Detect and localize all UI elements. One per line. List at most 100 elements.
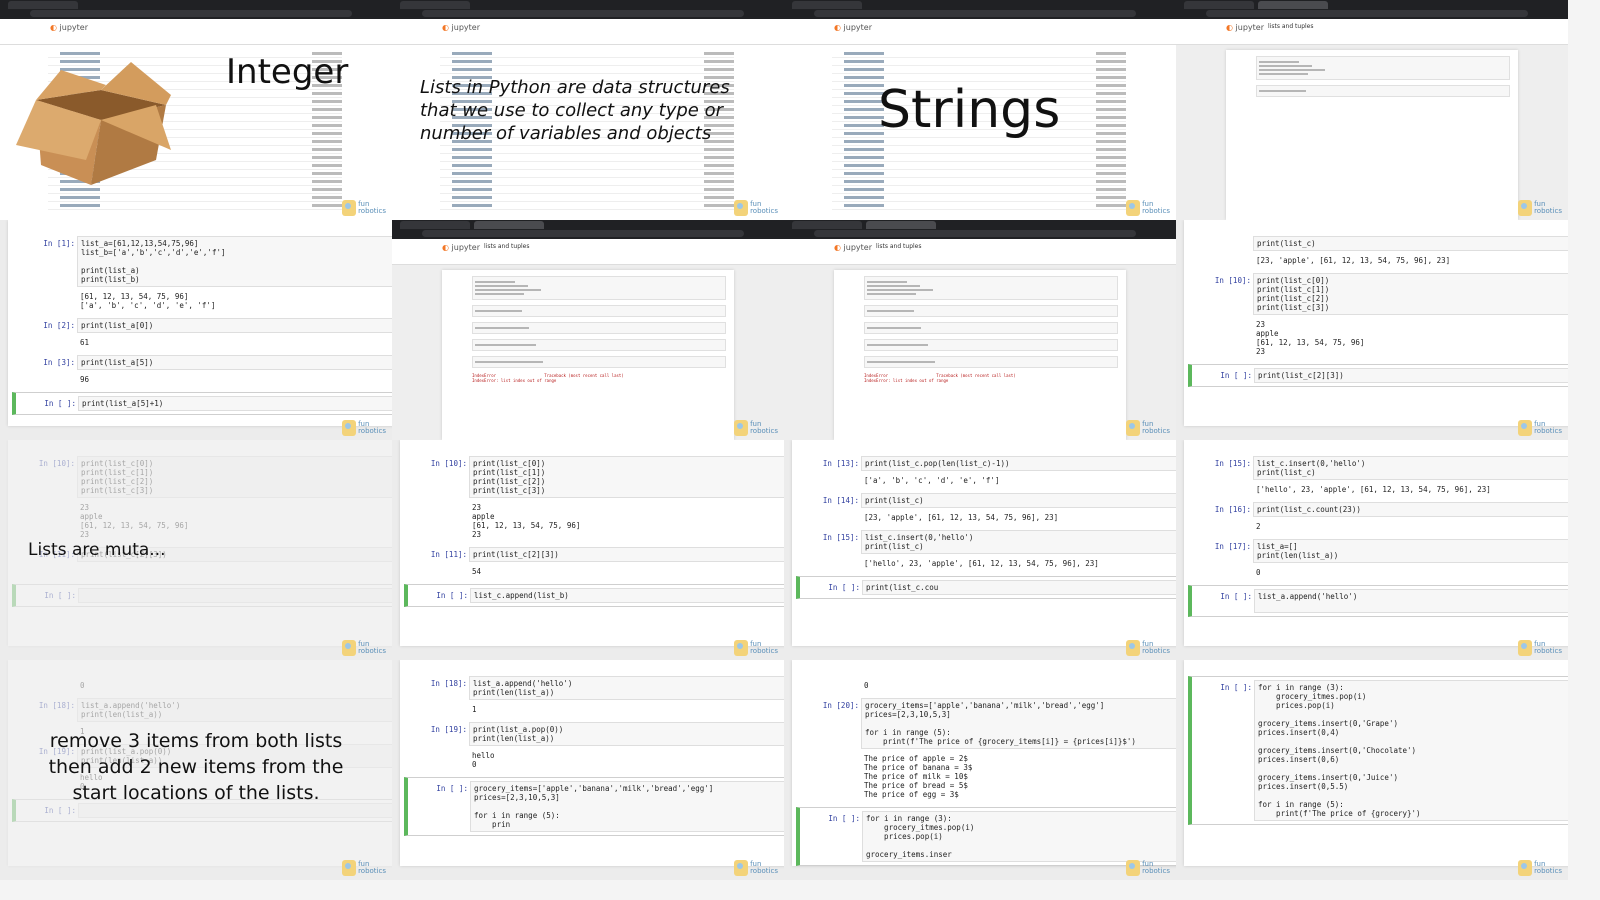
file-row[interactable]	[440, 202, 734, 210]
file-row[interactable]	[832, 146, 1126, 154]
code-input[interactable]: print(list_c[0]) print(list_c[1]) print(li…	[1253, 273, 1568, 315]
code-cell[interactable]	[472, 322, 726, 334]
code-input[interactable]: print(list_c[2][3])	[469, 547, 784, 562]
notebook-cell[interactable]: In [17]: list_a=[] print(len(list_a)) 0	[1188, 539, 1568, 579]
code-cell[interactable]	[864, 276, 1118, 300]
code-cell[interactable]	[864, 322, 1118, 334]
notebook-title[interactable]: lists and tuples	[484, 243, 530, 250]
browser-tab[interactable]	[1184, 1, 1254, 9]
code-input[interactable]: list_a.append('hello') print(len(list_a))	[469, 676, 784, 700]
file-row[interactable]	[832, 58, 1126, 66]
code-input[interactable]: print(list_c)	[1253, 236, 1568, 251]
browser-tab[interactable]	[1258, 1, 1328, 9]
video-thumbnail[interactable]: In [18]: list_a.append('hello') print(len(…	[392, 660, 784, 880]
notebook-cell[interactable]: In [16]: print(list_c.count(23)) 2	[1188, 502, 1568, 533]
file-row[interactable]	[440, 50, 734, 58]
jupyter-logo[interactable]: ◐ jupyter	[442, 243, 480, 252]
notebook-cell[interactable]: 0	[796, 676, 1176, 692]
file-row[interactable]	[832, 186, 1126, 194]
code-cell[interactable]	[864, 305, 1118, 317]
jupyter-logo[interactable]: ◐ jupyter	[834, 23, 872, 32]
browser-tab[interactable]	[866, 221, 936, 229]
notebook-cell[interactable]: In [ ]: print(list_c.cou	[796, 576, 1176, 599]
video-thumbnail[interactable]: In [1]: list_a=[61,12,13,54,75,96] list_b=…	[0, 220, 392, 440]
code-cell[interactable]	[472, 356, 726, 368]
address-bar[interactable]	[422, 10, 744, 17]
video-thumbnail[interactable]: ◐ jupyter lists and tuples IndexError Trac…	[784, 220, 1176, 440]
notebook-cell[interactable]: In [ ]: for i in range (3): grocery_itmes…	[796, 807, 1176, 866]
code-input[interactable]: print(list_a[5]+1)	[78, 396, 392, 411]
file-row[interactable]	[440, 66, 734, 74]
code-input[interactable]: print(list_a[0])	[77, 318, 392, 333]
notebook-cell[interactable]: In [ ]: print(list_c[2][3])	[1188, 364, 1568, 387]
file-row[interactable]	[440, 58, 734, 66]
notebook-cell[interactable]: 0	[12, 676, 392, 692]
code-input[interactable]: list_a.append('hello')	[1254, 589, 1568, 613]
notebook-cell[interactable]: In [3]: print(list_a[5]) 96	[12, 355, 392, 386]
code-input[interactable]: for i in range (3): grocery_itmes.pop(i)…	[862, 811, 1176, 862]
code-input[interactable]: print(list_c.pop(len(list_c)-1))	[861, 456, 1176, 471]
notebook-cell[interactable]: In [18]: list_a.append('hello') print(len(…	[404, 676, 784, 716]
code-cell[interactable]	[472, 276, 726, 300]
notebook-cell[interactable]: print(list_c) [23, 'apple', [61, 12, 13, …	[1188, 236, 1568, 267]
video-thumbnail[interactable]: ◐ jupyter Integer fun robotics	[0, 0, 392, 220]
file-row[interactable]	[832, 202, 1126, 210]
code-input[interactable]: list_c.append(list_b)	[470, 588, 784, 603]
video-thumbnail[interactable]: In [ ]: for i in range (3): grocery_itmes…	[1176, 660, 1568, 880]
notebook-cell[interactable]: In [ ]:	[12, 584, 392, 607]
code-input[interactable]: print(list_c.cou	[862, 580, 1176, 595]
file-row[interactable]	[832, 66, 1126, 74]
notebook-cell[interactable]: In [ ]: grocery_items=['apple','banana','…	[404, 777, 784, 836]
notebook-cell[interactable]: In [ ]: for i in range (3): grocery_itmes…	[1188, 676, 1568, 825]
video-thumbnail[interactable]: In [10]: print(list_c[0]) print(list_c[1])…	[392, 440, 784, 660]
browser-tab[interactable]	[792, 221, 862, 229]
notebook-cell[interactable]: In [10]: print(list_c[0]) print(list_c[1])…	[12, 456, 392, 541]
address-bar[interactable]	[1206, 10, 1528, 17]
code-cell[interactable]	[472, 305, 726, 317]
video-thumbnail[interactable]: 0 In [20]: grocery_items=['apple','banana'…	[784, 660, 1176, 880]
browser-tab[interactable]	[8, 1, 78, 9]
code-input[interactable]: print(list_c[0]) print(list_c[1]) print(li…	[77, 456, 392, 498]
file-row[interactable]	[832, 178, 1126, 186]
code-cell[interactable]	[472, 339, 726, 351]
file-row[interactable]	[440, 194, 734, 202]
notebook-cell[interactable]: In [13]: print(list_c.pop(len(list_c)-1))…	[796, 456, 1176, 487]
notebook-cell[interactable]: In [ ]: print(list_a[5]+1)	[12, 392, 392, 415]
video-thumbnail[interactable]: ◐ jupyter Strings fun robotics	[784, 0, 1176, 220]
file-row[interactable]	[832, 194, 1126, 202]
notebook-cell[interactable]: In [10]: print(list_c[0]) print(list_c[1])…	[1188, 273, 1568, 358]
code-input[interactable]: list_c.insert(0,'hello') print(list_c)	[1253, 456, 1568, 480]
file-row[interactable]	[440, 186, 734, 194]
file-row[interactable]	[48, 202, 342, 210]
code-input[interactable]: print(list_c)	[861, 493, 1176, 508]
code-input[interactable]: for i in range (3): grocery_itmes.pop(i)…	[1254, 680, 1568, 821]
code-input[interactable]: print(list_a[5])	[77, 355, 392, 370]
video-thumbnail[interactable]: ◐ jupyter lists and tuples fun robotics	[1176, 0, 1568, 220]
file-row[interactable]	[440, 170, 734, 178]
file-row[interactable]	[440, 154, 734, 162]
code-cell[interactable]	[864, 356, 1118, 368]
code-cell[interactable]	[1256, 85, 1510, 97]
code-cell[interactable]	[864, 339, 1118, 351]
file-row[interactable]	[832, 162, 1126, 170]
file-row[interactable]	[832, 50, 1126, 58]
address-bar[interactable]	[30, 10, 352, 17]
notebook-cell[interactable]: In [19]: print(list_a.pop(0)) print(len(li…	[404, 722, 784, 771]
jupyter-logo[interactable]: ◐ jupyter	[834, 243, 872, 252]
file-row[interactable]	[832, 170, 1126, 178]
video-thumbnail[interactable]: In [10]: print(list_c[0]) print(list_c[1])…	[0, 440, 392, 660]
video-thumbnail[interactable]: 0 In [18]: list_a.append('hello') print(len…	[0, 660, 392, 880]
file-row[interactable]	[440, 162, 734, 170]
video-thumbnail[interactable]: ◐ jupyter Lists in Python are data struct…	[392, 0, 784, 220]
video-thumbnail[interactable]: In [13]: print(list_c.pop(len(list_c)-1))…	[784, 440, 1176, 660]
file-row[interactable]	[440, 146, 734, 154]
notebook-cell[interactable]: In [1]: list_a=[61,12,13,54,75,96] list_b=…	[12, 236, 392, 312]
code-cell[interactable]	[1256, 56, 1510, 80]
jupyter-logo[interactable]: ◐ jupyter	[442, 23, 480, 32]
code-input[interactable]: print(list_a.pop(0)) print(len(list_a))	[469, 722, 784, 746]
notebook-title[interactable]: lists and tuples	[876, 243, 922, 250]
code-input[interactable]	[78, 588, 392, 603]
video-thumbnail[interactable]: print(list_c) [23, 'apple', [61, 12, 13, …	[1176, 220, 1568, 440]
address-bar[interactable]	[814, 10, 1136, 17]
file-row[interactable]	[832, 154, 1126, 162]
